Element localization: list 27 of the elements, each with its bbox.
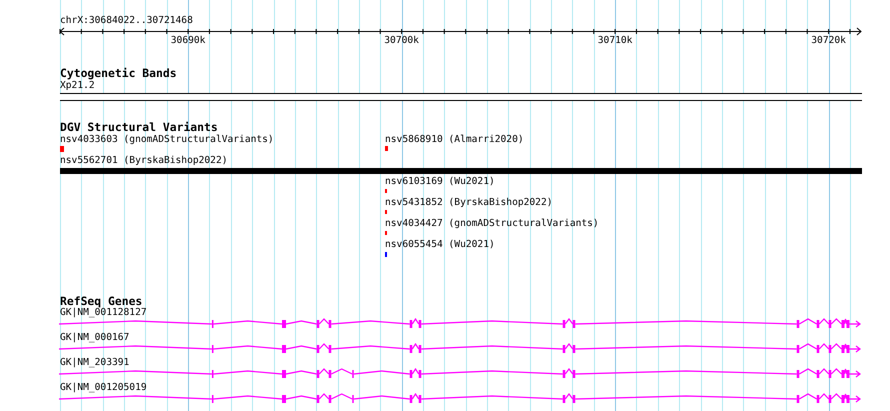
track-title: RefSeq Genes xyxy=(60,295,142,307)
band-label: Xp21.2 xyxy=(60,80,95,92)
variant-mark[interactable] xyxy=(60,168,862,174)
tick-label: 30690k xyxy=(170,35,206,47)
variant-mark[interactable] xyxy=(385,146,388,151)
variant-label: nsv5562701 (ByrskaBishop2022) xyxy=(60,155,228,167)
location-label: chrX:30684022..30721468 xyxy=(60,15,193,27)
variant-mark[interactable] xyxy=(60,146,64,152)
track-title: DGV Structural Variants xyxy=(60,121,218,133)
variant-mark[interactable] xyxy=(385,252,387,257)
variant-label: nsv6103169 (Wu2021) xyxy=(385,176,495,188)
tick-label: 30710k xyxy=(598,35,632,47)
variant-label: nsv5431852 (ByrskaBishop2022) xyxy=(385,197,553,209)
variant-mark[interactable] xyxy=(385,231,387,235)
track-title: Cytogenetic Bands xyxy=(60,67,177,79)
gene-label: GK|NM_203391 xyxy=(60,357,130,369)
variant-mark[interactable] xyxy=(385,210,387,214)
variant-label: nsv4034427 (gnomADStructuralVariants) xyxy=(385,218,599,230)
variant-label: nsv6055454 (Wu2021) xyxy=(385,239,495,251)
gene-label: GK|NM_000167 xyxy=(60,332,130,344)
variant-label: nsv5868910 (Almarri2020) xyxy=(385,134,524,146)
tick-label: 30720k xyxy=(811,35,846,47)
gene-label: GK|NM_001128127 xyxy=(60,307,147,319)
variant-label: nsv4033603 (gnomADStructuralVariants) xyxy=(60,134,274,146)
tick-label: 30700k xyxy=(384,35,419,47)
variant-mark[interactable] xyxy=(385,189,387,193)
gene-label: GK|NM_001205019 xyxy=(60,382,147,394)
